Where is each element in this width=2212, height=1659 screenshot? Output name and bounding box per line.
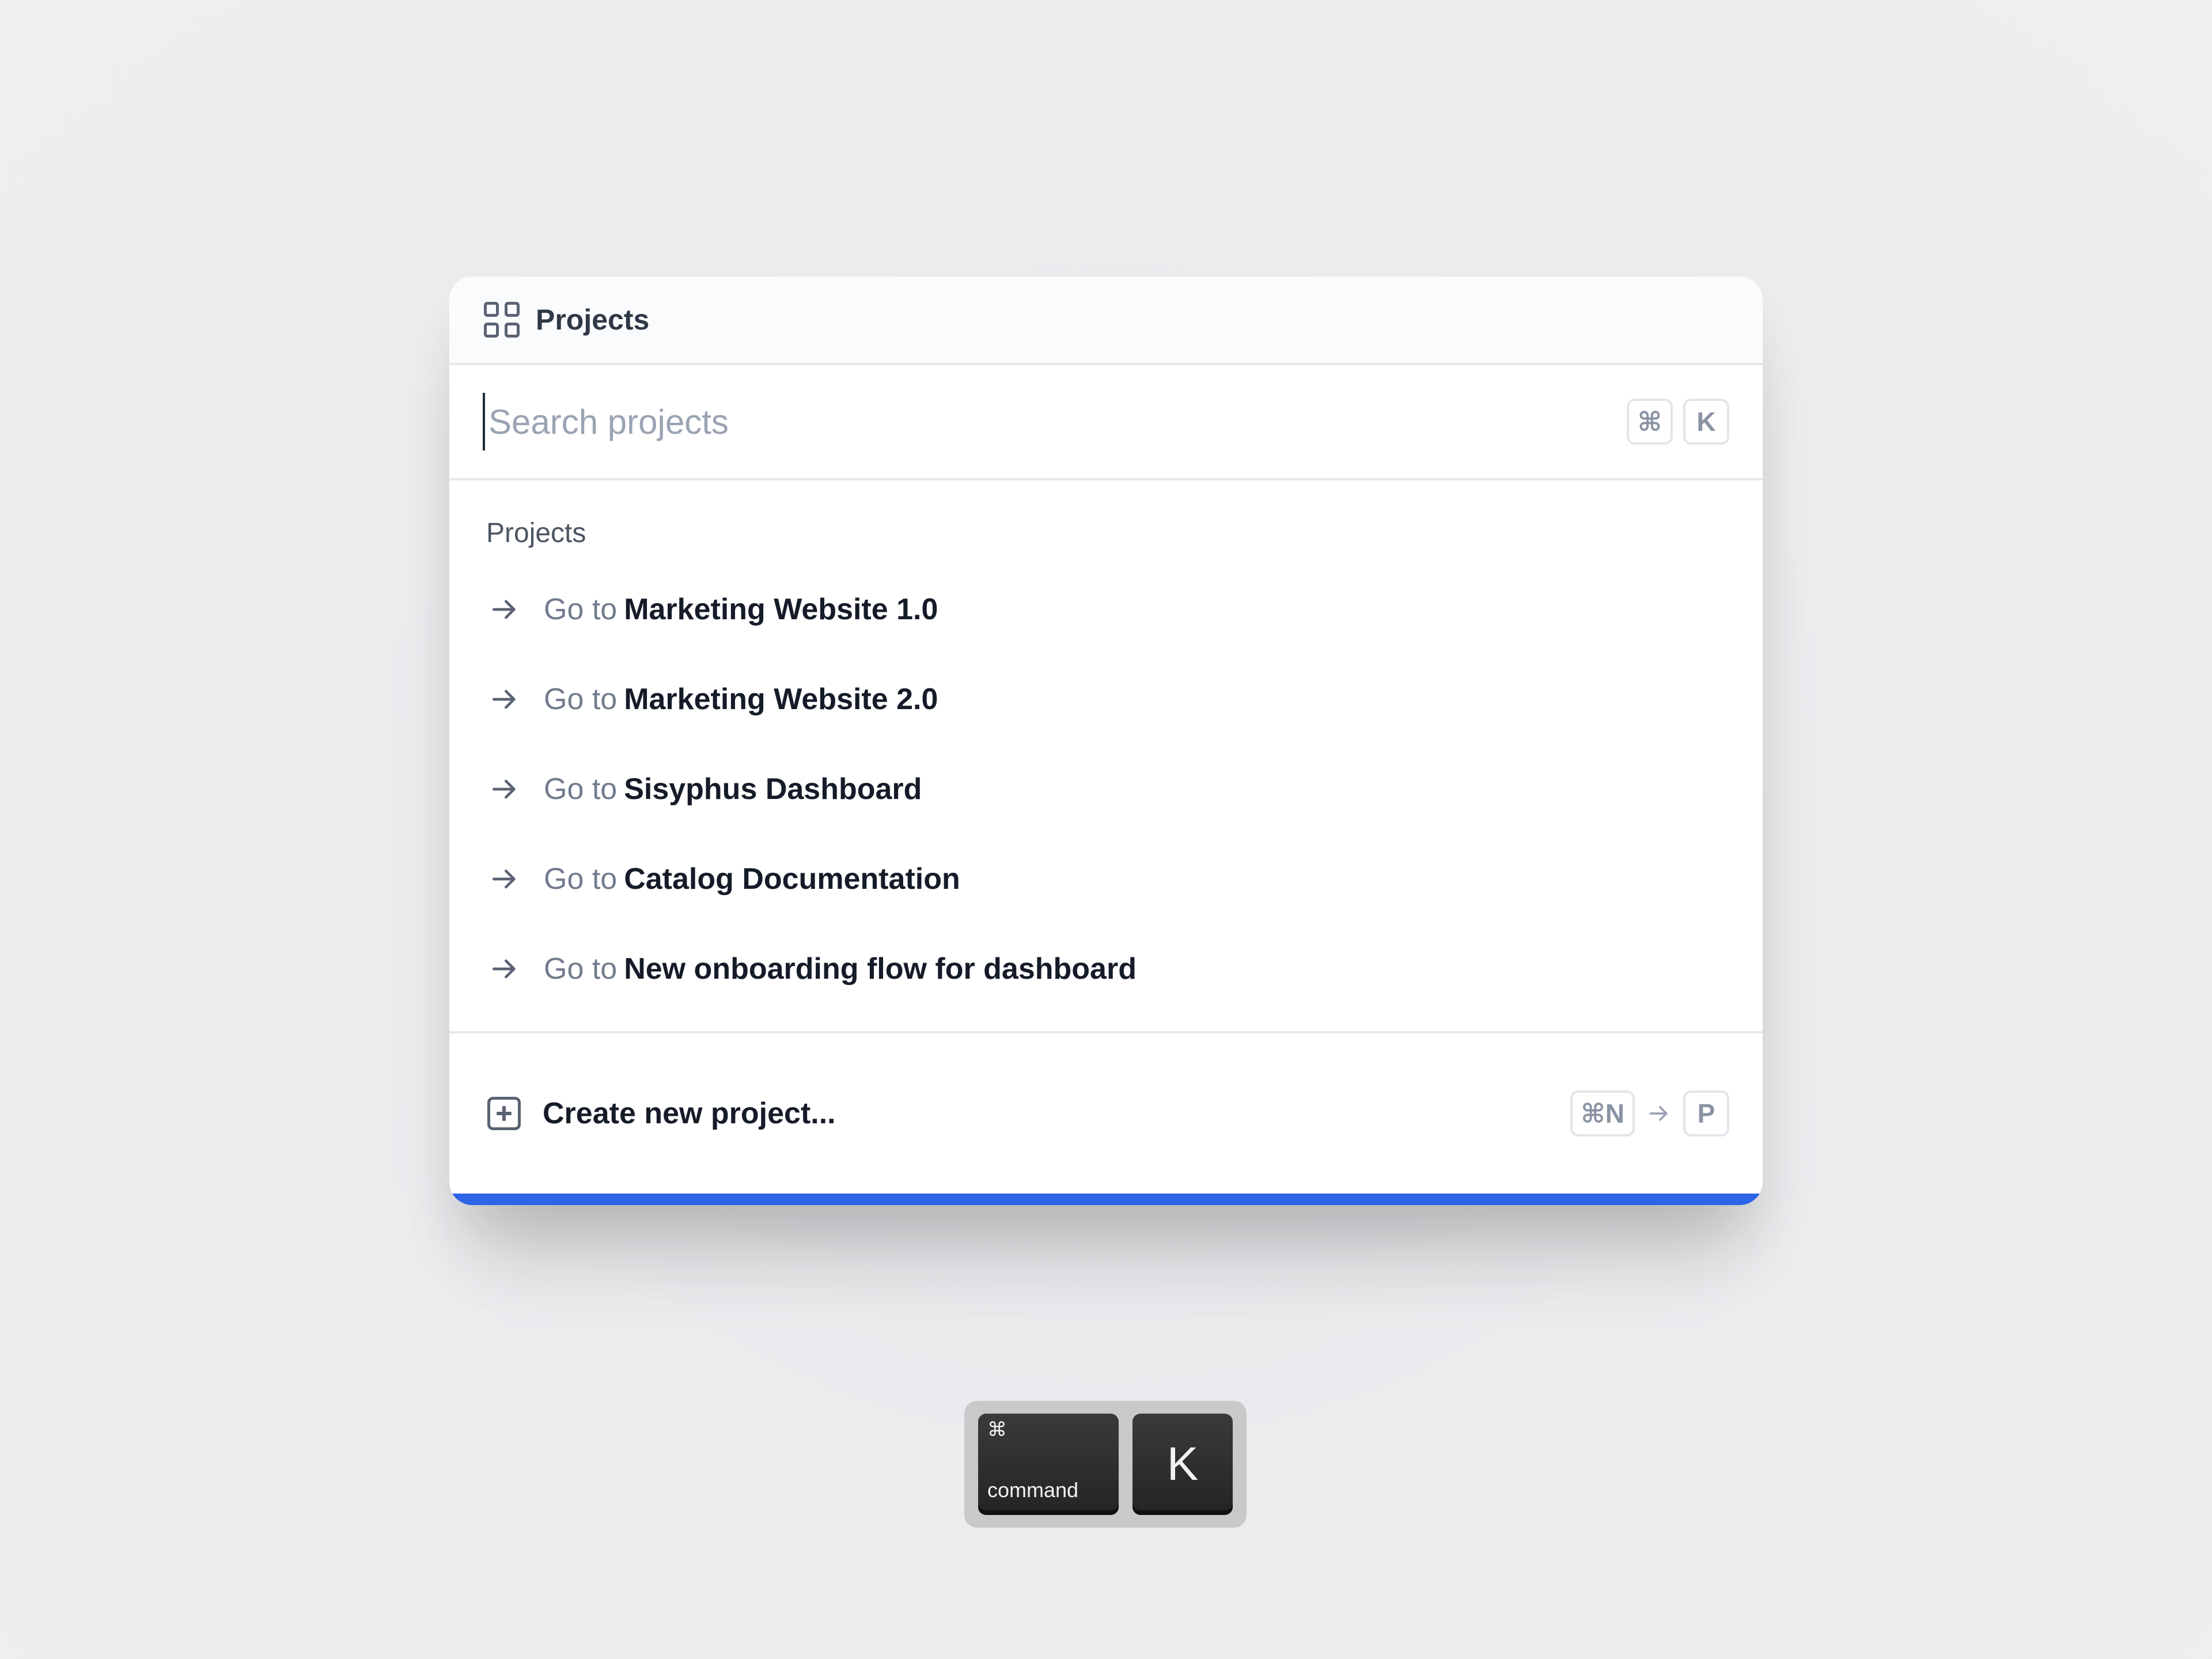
- plus-square-icon: [487, 1097, 521, 1130]
- search-row: ⌘ K: [449, 365, 1763, 480]
- item-name: Catalog Documentation: [624, 862, 960, 896]
- item-prefix: Go to: [544, 952, 618, 986]
- command-palette: Projects ⌘ K Projects Go to Marketing We…: [449, 276, 1763, 1205]
- list-item[interactable]: Go to Sisyphus Dashboard: [449, 744, 1763, 834]
- grid-icon: [484, 302, 520, 338]
- arrow-right-icon: [486, 591, 523, 628]
- arrow-right-icon: [486, 771, 523, 808]
- search-input[interactable]: [483, 393, 1616, 450]
- list-item[interactable]: Go to Catalog Documentation: [449, 834, 1763, 924]
- arrow-right-icon: [486, 681, 523, 718]
- shortcut-key-command: ⌘: [1627, 399, 1673, 445]
- command-label: command: [987, 1478, 1079, 1502]
- k-keycap: K: [1132, 1414, 1233, 1515]
- accent-bar: [449, 1194, 1763, 1205]
- arrow-right-icon: [486, 861, 523, 897]
- create-project-button[interactable]: Create new project... ⌘N P: [449, 1033, 1763, 1194]
- arrow-right-icon: [486, 950, 523, 987]
- shortcut-key-p: P: [1683, 1090, 1729, 1137]
- create-project-label: Create new project...: [543, 1097, 836, 1130]
- item-prefix: Go to: [544, 683, 618, 716]
- command-symbol: ⌘: [987, 1419, 1007, 1441]
- item-name: New onboarding flow for dashboard: [624, 952, 1137, 986]
- item-name: Marketing Website 2.0: [624, 683, 938, 716]
- list-item[interactable]: Go to Marketing Website 1.0: [449, 565, 1763, 654]
- command-keycap: ⌘ command: [978, 1414, 1119, 1515]
- item-prefix: Go to: [544, 772, 618, 806]
- results-list: Projects Go to Marketing Website 1.0 Go …: [449, 480, 1763, 1033]
- item-prefix: Go to: [544, 593, 618, 626]
- item-prefix: Go to: [544, 862, 618, 896]
- item-name: Marketing Website 1.0: [624, 593, 938, 626]
- list-item[interactable]: Go to Marketing Website 2.0: [449, 654, 1763, 744]
- palette-title: Projects: [536, 304, 650, 336]
- palette-header: Projects: [449, 276, 1763, 365]
- item-name: Sisyphus Dashboard: [624, 772, 922, 806]
- section-label: Projects: [486, 518, 586, 548]
- arrow-right-icon: [1645, 1100, 1673, 1127]
- keyboard-shortcut-illustration: ⌘ command K: [964, 1401, 1247, 1528]
- shortcut-key-command-n: ⌘N: [1570, 1090, 1635, 1137]
- list-item[interactable]: Go to New onboarding flow for dashboard: [449, 924, 1763, 1014]
- shortcut-key-k: K: [1683, 399, 1729, 445]
